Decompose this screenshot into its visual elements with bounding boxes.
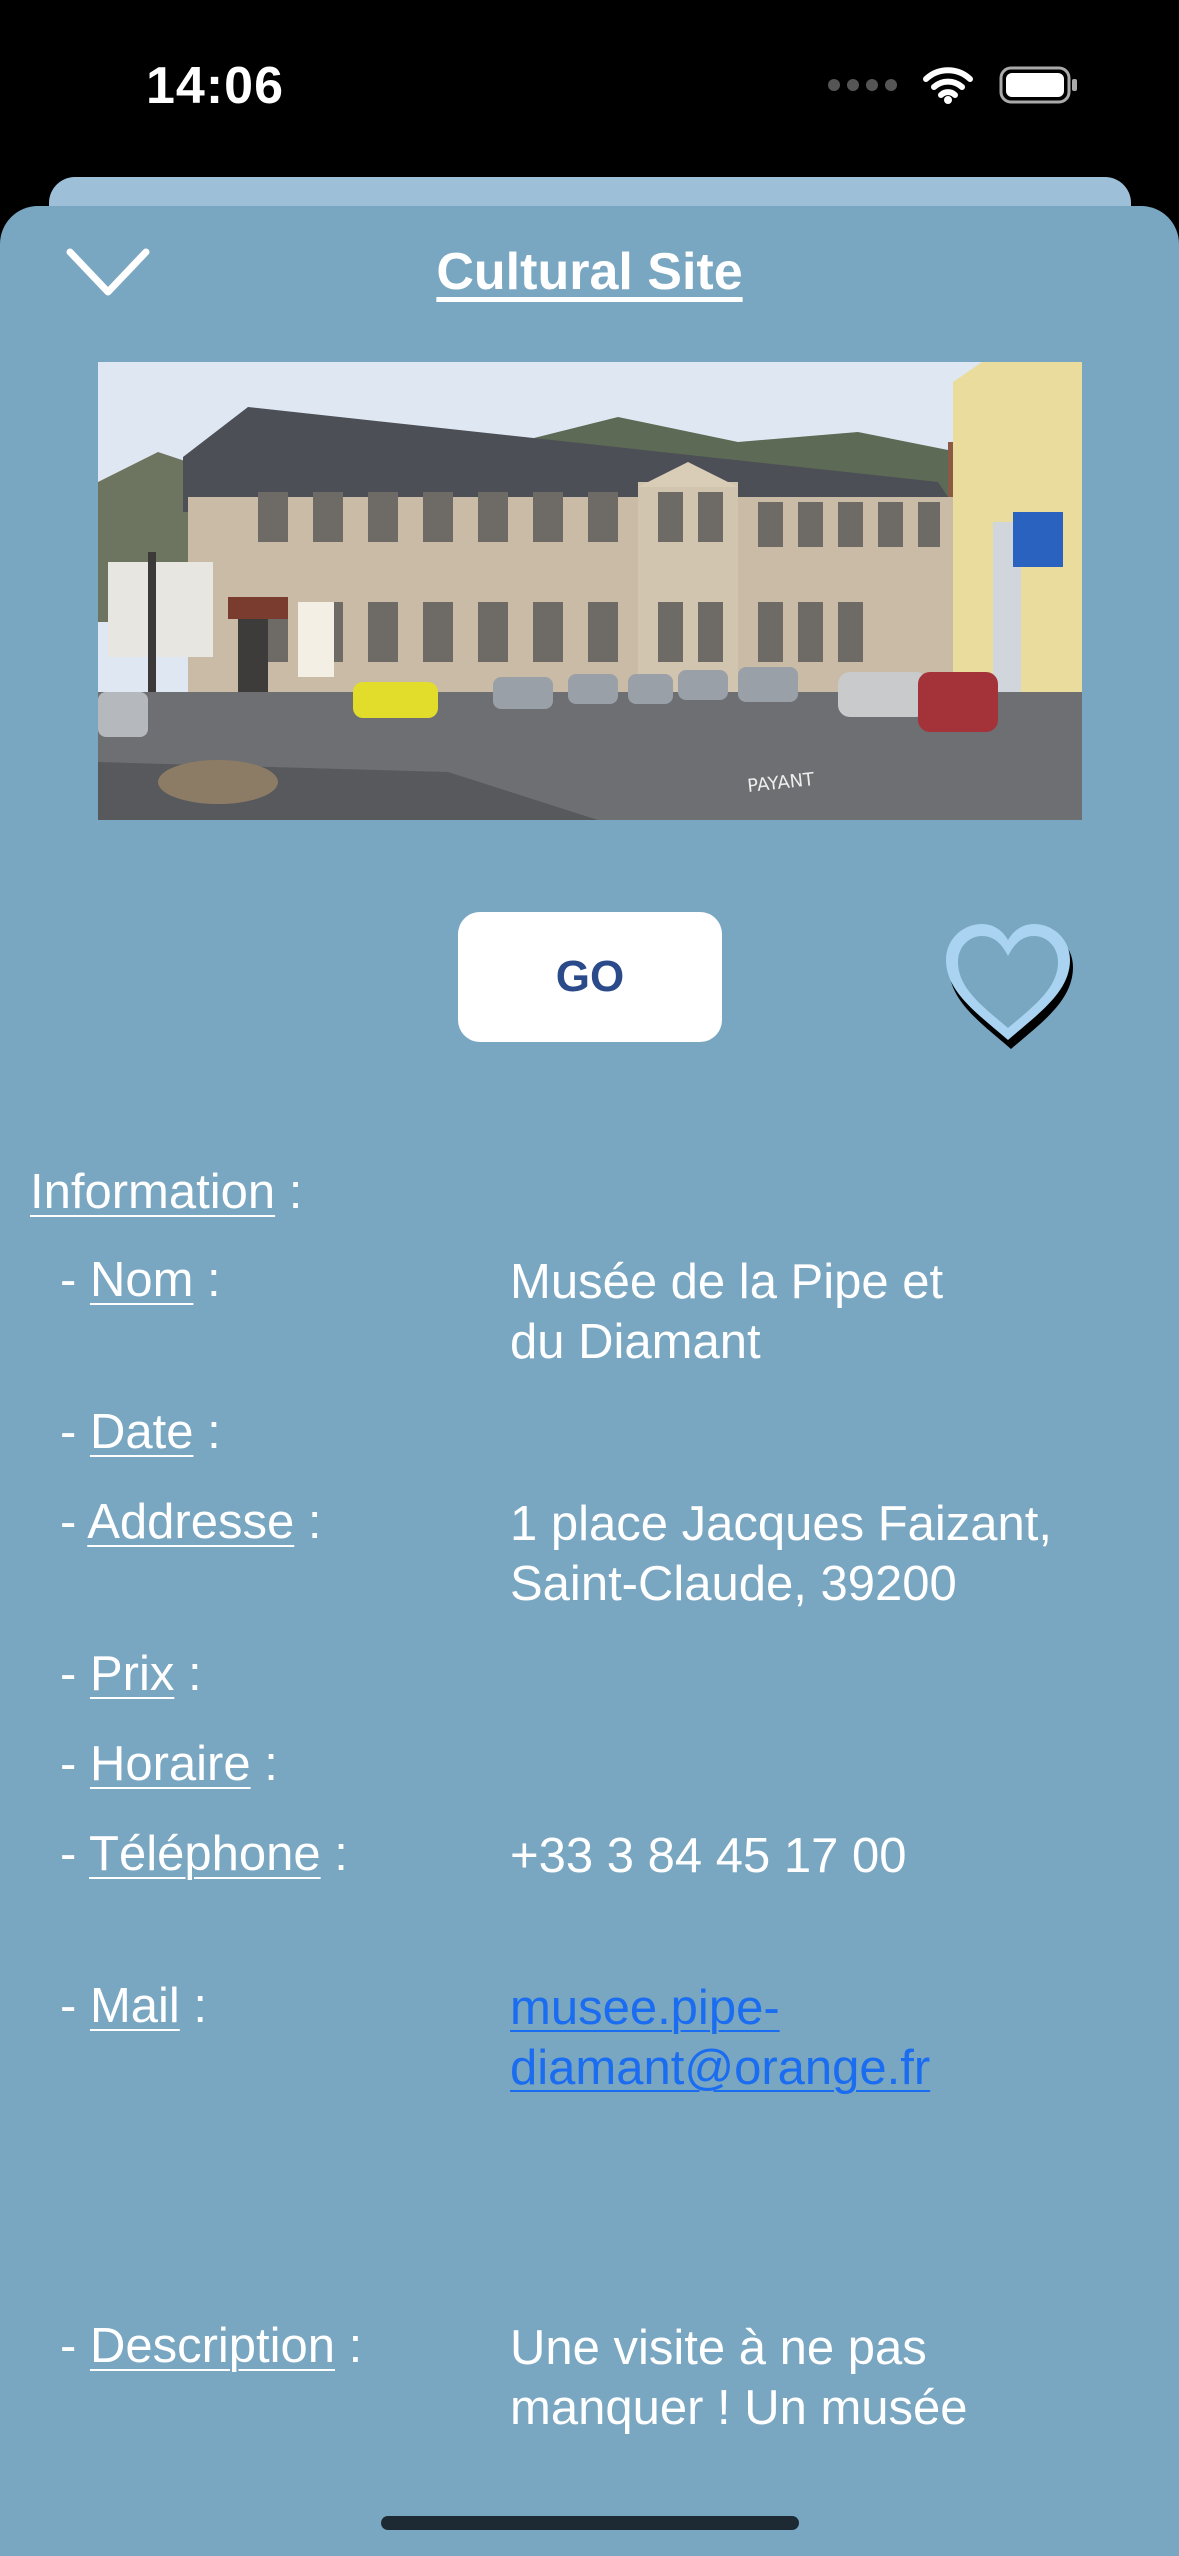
battery-icon xyxy=(999,66,1077,104)
telephone-label: - Téléphone : xyxy=(60,1827,348,1881)
go-button[interactable]: GO xyxy=(458,912,722,1042)
site-photo: PAYANT xyxy=(98,362,1082,820)
mail-link[interactable]: musee.pipe- diamant@orange.fr xyxy=(510,1978,1110,2098)
heart-outline-icon[interactable] xyxy=(938,918,1078,1050)
wifi-icon xyxy=(923,67,973,104)
mail-label: - Mail : xyxy=(60,1979,208,2033)
description-value: Une visite à ne pas manquer ! Un musée xyxy=(510,2321,968,2435)
horaire-label: - Horaire : xyxy=(60,1737,278,1791)
nom-value: Musée de la Pipe et du Diamant xyxy=(510,1255,944,1369)
mail-link-line1[interactable]: musee.pipe- xyxy=(510,1978,1110,2038)
mail-link-line2[interactable]: diamant@orange.fr xyxy=(510,2038,1110,2098)
nom-label: - Nom : xyxy=(60,1253,221,1307)
home-indicator[interactable] xyxy=(381,2516,799,2530)
status-bar: 14:06 xyxy=(0,0,1179,175)
telephone-value: +33 3 84 45 17 00 xyxy=(510,1829,907,1883)
page-title: Cultural Site xyxy=(436,243,743,301)
cellular-signal-icon xyxy=(828,79,897,91)
date-label: - Date : xyxy=(60,1405,221,1459)
cultural-site-sheet: Cultural Site PAYANT GO Information: - … xyxy=(0,206,1179,2556)
status-time: 14:06 xyxy=(146,57,284,115)
status-icons xyxy=(828,66,1079,104)
information-heading: Information : xyxy=(30,1165,303,1219)
adresse-label: - Addresse : xyxy=(60,1495,322,1549)
adresse-value: 1 place Jacques Faizant, Saint-Claude, 39… xyxy=(510,1497,1053,1611)
prix-label: - Prix : xyxy=(60,1647,202,1701)
description-label: - Description : xyxy=(60,2319,363,2373)
